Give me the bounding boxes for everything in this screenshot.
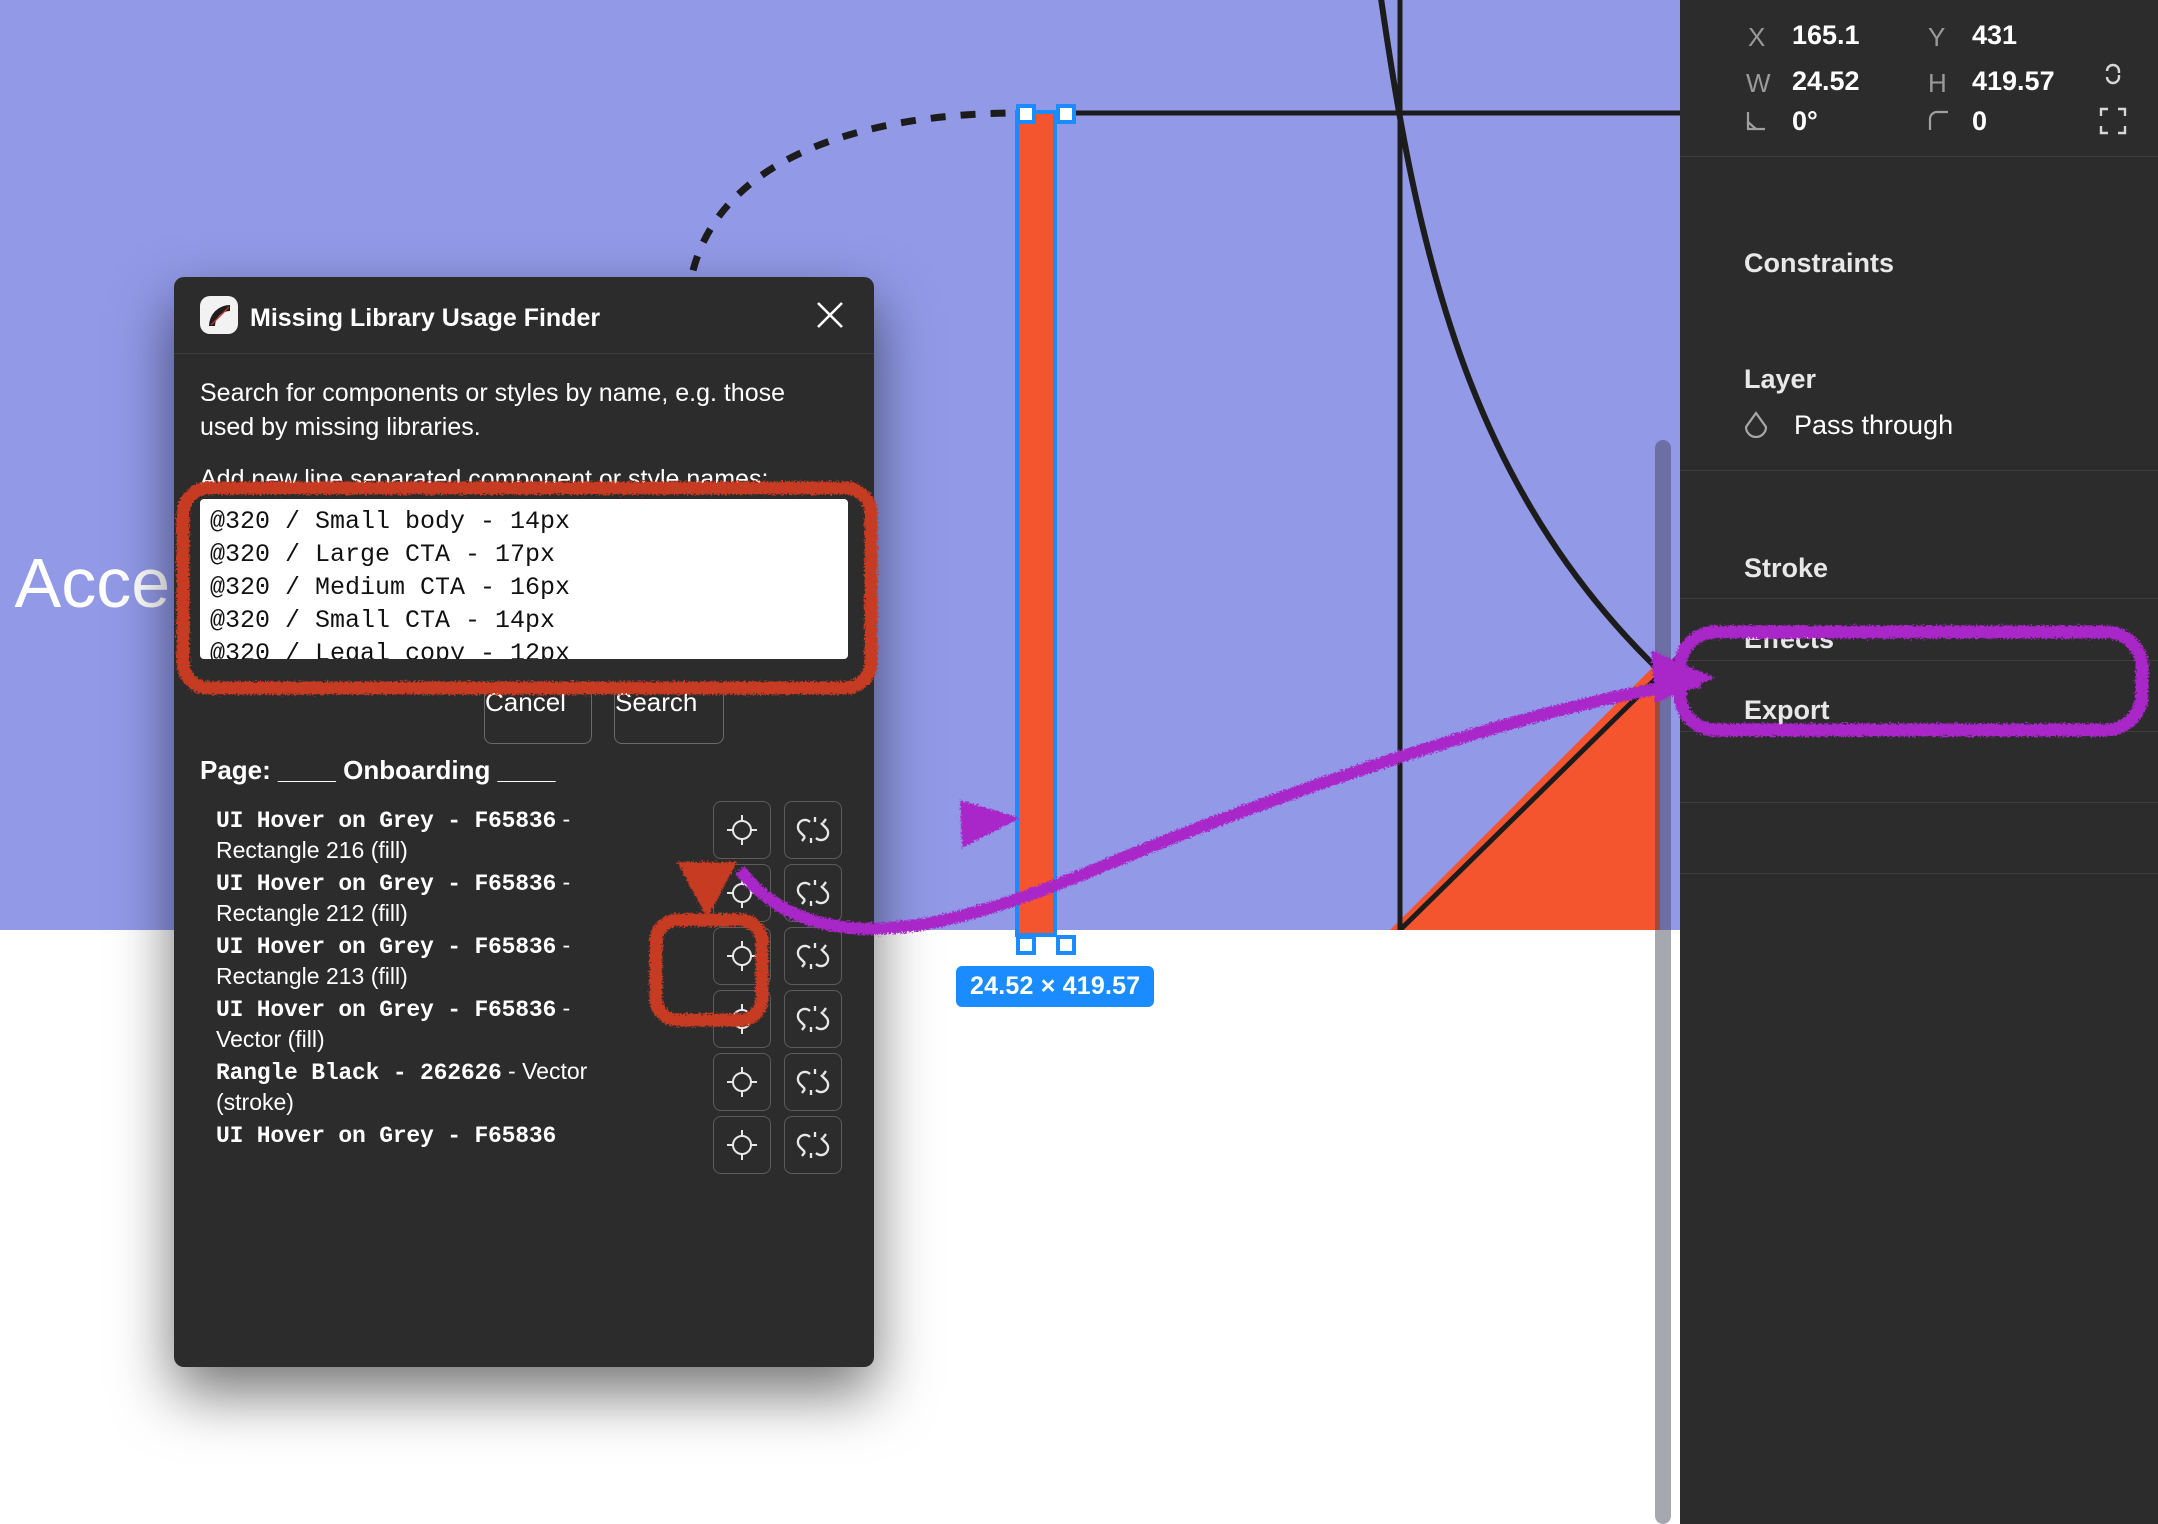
search-button[interactable]: Search — [614, 686, 724, 744]
detach-link-icon[interactable] — [784, 864, 842, 922]
select-target-icon[interactable] — [713, 1116, 771, 1174]
result-label: UI Hover on Grey - F65836 - Rectangle 21… — [216, 868, 596, 928]
selection-handle-bottom-left[interactable] — [1016, 935, 1036, 955]
dialog-input-hint: Add new line separated component or styl… — [200, 463, 820, 496]
close-icon[interactable] — [812, 297, 848, 333]
list-item[interactable]: UI Hover on Grey - F65836 - Rectangle 21… — [174, 923, 874, 986]
list-item[interactable]: UI Hover on Grey - F65836 - Rectangle 21… — [174, 860, 874, 923]
style-names-input[interactable]: @320 / Small body - 14px @320 / Large CT… — [200, 499, 848, 659]
result-label: UI Hover on Grey - F65836 - Rectangle 21… — [216, 805, 596, 865]
selection-handle-top-left[interactable] — [1016, 104, 1036, 124]
panel-divider-2 — [1680, 470, 2158, 471]
panel-divider-1 — [1680, 156, 2158, 157]
dialog-header-divider — [174, 353, 874, 354]
rotation-value[interactable]: 0° — [1792, 106, 1818, 137]
result-style-name: Rangle Black - 262626 — [216, 1060, 502, 1086]
layer-title: Layer — [1744, 364, 1816, 395]
detach-link-icon[interactable] — [784, 801, 842, 859]
y-value[interactable]: 431 — [1972, 20, 2017, 51]
x-label: X — [1748, 22, 1765, 53]
stroke-section-title: Stroke — [1744, 553, 1828, 584]
select-target-icon[interactable] — [713, 864, 771, 922]
panel-divider-4 — [1680, 660, 2158, 661]
list-item[interactable]: UI Hover on Grey - F65836 - Rectangle 21… — [174, 797, 874, 860]
selection-size-badge: 24.52 × 419.57 — [956, 966, 1154, 1007]
result-style-name: UI Hover on Grey - F65836 — [216, 997, 556, 1023]
select-target-icon[interactable] — [713, 1053, 771, 1111]
panel-divider-3 — [1680, 598, 2158, 599]
detach-link-icon[interactable] — [784, 1053, 842, 1111]
export-section-title: Export — [1744, 695, 1830, 726]
canvas-scrollbar[interactable] — [1655, 440, 1671, 1524]
detach-link-icon[interactable] — [784, 1116, 842, 1174]
h-value[interactable]: 419.57 — [1972, 66, 2055, 97]
corner-radius-value[interactable]: 0 — [1972, 106, 1987, 137]
result-label: UI Hover on Grey - F65836 - Rectangle 21… — [216, 931, 596, 991]
plugin-logo-icon — [200, 296, 238, 334]
list-item[interactable]: UI Hover on Grey - F65836 — [174, 1112, 874, 1175]
blend-mode-icon — [1742, 410, 1770, 440]
selection-handle-bottom-right[interactable] — [1056, 935, 1076, 955]
list-item[interactable]: UI Hover on Grey - F65836 - Vector (fill… — [174, 986, 874, 1049]
select-target-icon[interactable] — [713, 927, 771, 985]
select-target-icon[interactable] — [713, 801, 771, 859]
properties-panel[interactable]: X 165.1 Y 431 W 24.52 H 419.57 0° 0 Cons… — [1680, 0, 2158, 1524]
independent-corners-icon[interactable] — [2098, 106, 2128, 136]
result-style-name: UI Hover on Grey - F65836 — [216, 1123, 556, 1149]
blend-mode-value[interactable]: Pass through — [1794, 410, 1953, 441]
result-label: UI Hover on Grey - F65836 — [216, 1120, 596, 1151]
panel-divider-6 — [1680, 802, 2158, 803]
w-value[interactable]: 24.52 — [1792, 66, 1860, 97]
select-target-icon[interactable] — [713, 990, 771, 1048]
list-item[interactable]: Rangle Black - 262626 - Vector (stroke) — [174, 1049, 874, 1112]
constraints-title: Constraints — [1744, 248, 1894, 279]
detach-link-icon[interactable] — [784, 990, 842, 1048]
selection-handle-top-right[interactable] — [1056, 104, 1076, 124]
plugin-dialog[interactable]: Missing Library Usage Finder Search for … — [174, 277, 874, 1367]
result-style-name: UI Hover on Grey - F65836 — [216, 808, 556, 834]
effects-section-title: Effects — [1744, 624, 1834, 655]
h-label: H — [1928, 68, 1947, 99]
corner-radius-icon — [1926, 108, 1952, 134]
lock-aspect-ratio-icon[interactable] — [2098, 58, 2128, 90]
result-style-name: UI Hover on Grey - F65836 — [216, 934, 556, 960]
y-label: Y — [1928, 22, 1945, 53]
panel-divider-5 — [1680, 731, 2158, 732]
result-label: Rangle Black - 262626 - Vector (stroke) — [216, 1057, 596, 1117]
detach-link-icon[interactable] — [784, 927, 842, 985]
selection-outline — [1015, 110, 1057, 937]
dialog-title: Missing Library Usage Finder — [250, 304, 600, 333]
result-style-name: UI Hover on Grey - F65836 — [216, 871, 556, 897]
result-label: UI Hover on Grey - F65836 - Vector (fill… — [216, 994, 596, 1054]
dialog-description: Search for components or styles by name,… — [200, 377, 820, 445]
page-label: Page: ____ Onboarding ____ — [200, 755, 555, 786]
rotation-icon — [1744, 108, 1770, 134]
cancel-button[interactable]: Cancel — [484, 686, 592, 744]
w-label: W — [1746, 68, 1771, 99]
x-value[interactable]: 165.1 — [1792, 20, 1860, 51]
panel-divider-7 — [1680, 873, 2158, 874]
dialog-header: Missing Library Usage Finder — [174, 277, 874, 353]
results-list[interactable]: UI Hover on Grey - F65836 - Rectangle 21… — [174, 797, 874, 1367]
